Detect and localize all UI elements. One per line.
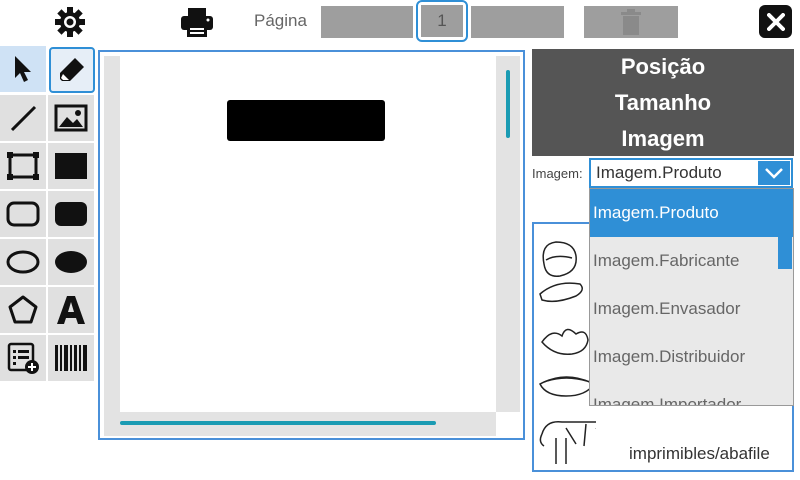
line-icon	[10, 105, 37, 132]
printer-icon	[181, 8, 213, 37]
text-icon	[57, 296, 85, 324]
ellipse-outline-icon	[6, 250, 40, 274]
pentagon-icon	[8, 295, 38, 324]
filled-rounded-rectangle-tool[interactable]	[48, 191, 94, 237]
pointer-icon	[15, 56, 31, 82]
line-tool[interactable]	[0, 95, 46, 141]
select-tool[interactable]	[0, 46, 46, 92]
dropdown-scrollbar[interactable]	[778, 189, 792, 269]
rounded-rectangle-filled-icon	[55, 202, 87, 226]
page-number-value: 1	[421, 5, 463, 37]
rounded-rectangle-outline-icon	[6, 201, 40, 227]
properties-header: Posição Tamanho Imagem	[532, 49, 794, 156]
dropdown-option[interactable]: Imagem.Produto	[590, 189, 793, 237]
rounded-rectangle-tool[interactable]	[0, 191, 46, 237]
page-number-field[interactable]: 1	[416, 0, 468, 42]
gallery-caption: imprimibles/abafile	[629, 444, 770, 463]
canvas-image-element[interactable]	[227, 100, 385, 141]
list-add-icon	[7, 342, 39, 374]
rectangle-outline-icon	[7, 152, 39, 180]
barcode-icon	[55, 345, 87, 371]
barcode-tool[interactable]	[48, 335, 94, 381]
settings-button[interactable]	[53, 5, 87, 39]
delete-page-button[interactable]	[584, 6, 678, 38]
dropdown-option[interactable]: Imagem.Distribuidor	[590, 333, 793, 381]
canvas-vertical-scrollbar[interactable]	[506, 70, 510, 138]
position-heading[interactable]: Posição	[621, 49, 705, 85]
polygon-tool[interactable]	[0, 287, 46, 333]
eraser-tool[interactable]	[49, 47, 95, 93]
canvas-horizontal-scrollbar[interactable]	[120, 421, 436, 425]
previous-page-button[interactable]	[321, 6, 413, 38]
product-clipart-icon	[539, 241, 596, 464]
image-field-label: Imagem:	[532, 166, 583, 181]
rectangle-filled-icon	[55, 153, 87, 179]
dropdown-option[interactable]: Imagem.Importador	[590, 381, 793, 405]
chevron-down-icon[interactable]	[758, 161, 790, 185]
page-label: Página	[254, 11, 307, 30]
text-tool[interactable]	[48, 287, 94, 333]
image-select-value: Imagem.Produto	[596, 163, 722, 182]
eraser-icon	[60, 58, 84, 81]
image-heading[interactable]: Imagem	[621, 121, 704, 157]
next-page-button[interactable]	[471, 6, 564, 38]
ellipse-filled-icon	[55, 251, 87, 273]
image-select[interactable]: Imagem.Produto	[589, 158, 793, 188]
filled-ellipse-tool[interactable]	[48, 239, 94, 285]
canvas-left-margin	[104, 56, 120, 428]
rectangle-tool[interactable]	[0, 143, 46, 189]
dropdown-option[interactable]: Imagem.Envasador	[590, 285, 793, 333]
dropdown-option[interactable]: Imagem.Fabricante	[590, 237, 793, 285]
filled-rectangle-tool[interactable]	[48, 143, 94, 189]
image-dropdown-list[interactable]: Imagem.Produto Imagem.Fabricante Imagem.…	[589, 188, 794, 406]
trash-icon	[621, 9, 641, 35]
image-tool[interactable]	[48, 95, 94, 141]
print-button[interactable]	[179, 4, 215, 40]
close-button[interactable]	[759, 5, 792, 38]
size-heading[interactable]: Tamanho	[615, 85, 711, 121]
ellipse-tool[interactable]	[0, 239, 46, 285]
gear-icon	[55, 7, 85, 37]
add-field-tool[interactable]	[0, 335, 46, 381]
image-icon	[54, 104, 88, 132]
close-icon	[766, 12, 785, 31]
